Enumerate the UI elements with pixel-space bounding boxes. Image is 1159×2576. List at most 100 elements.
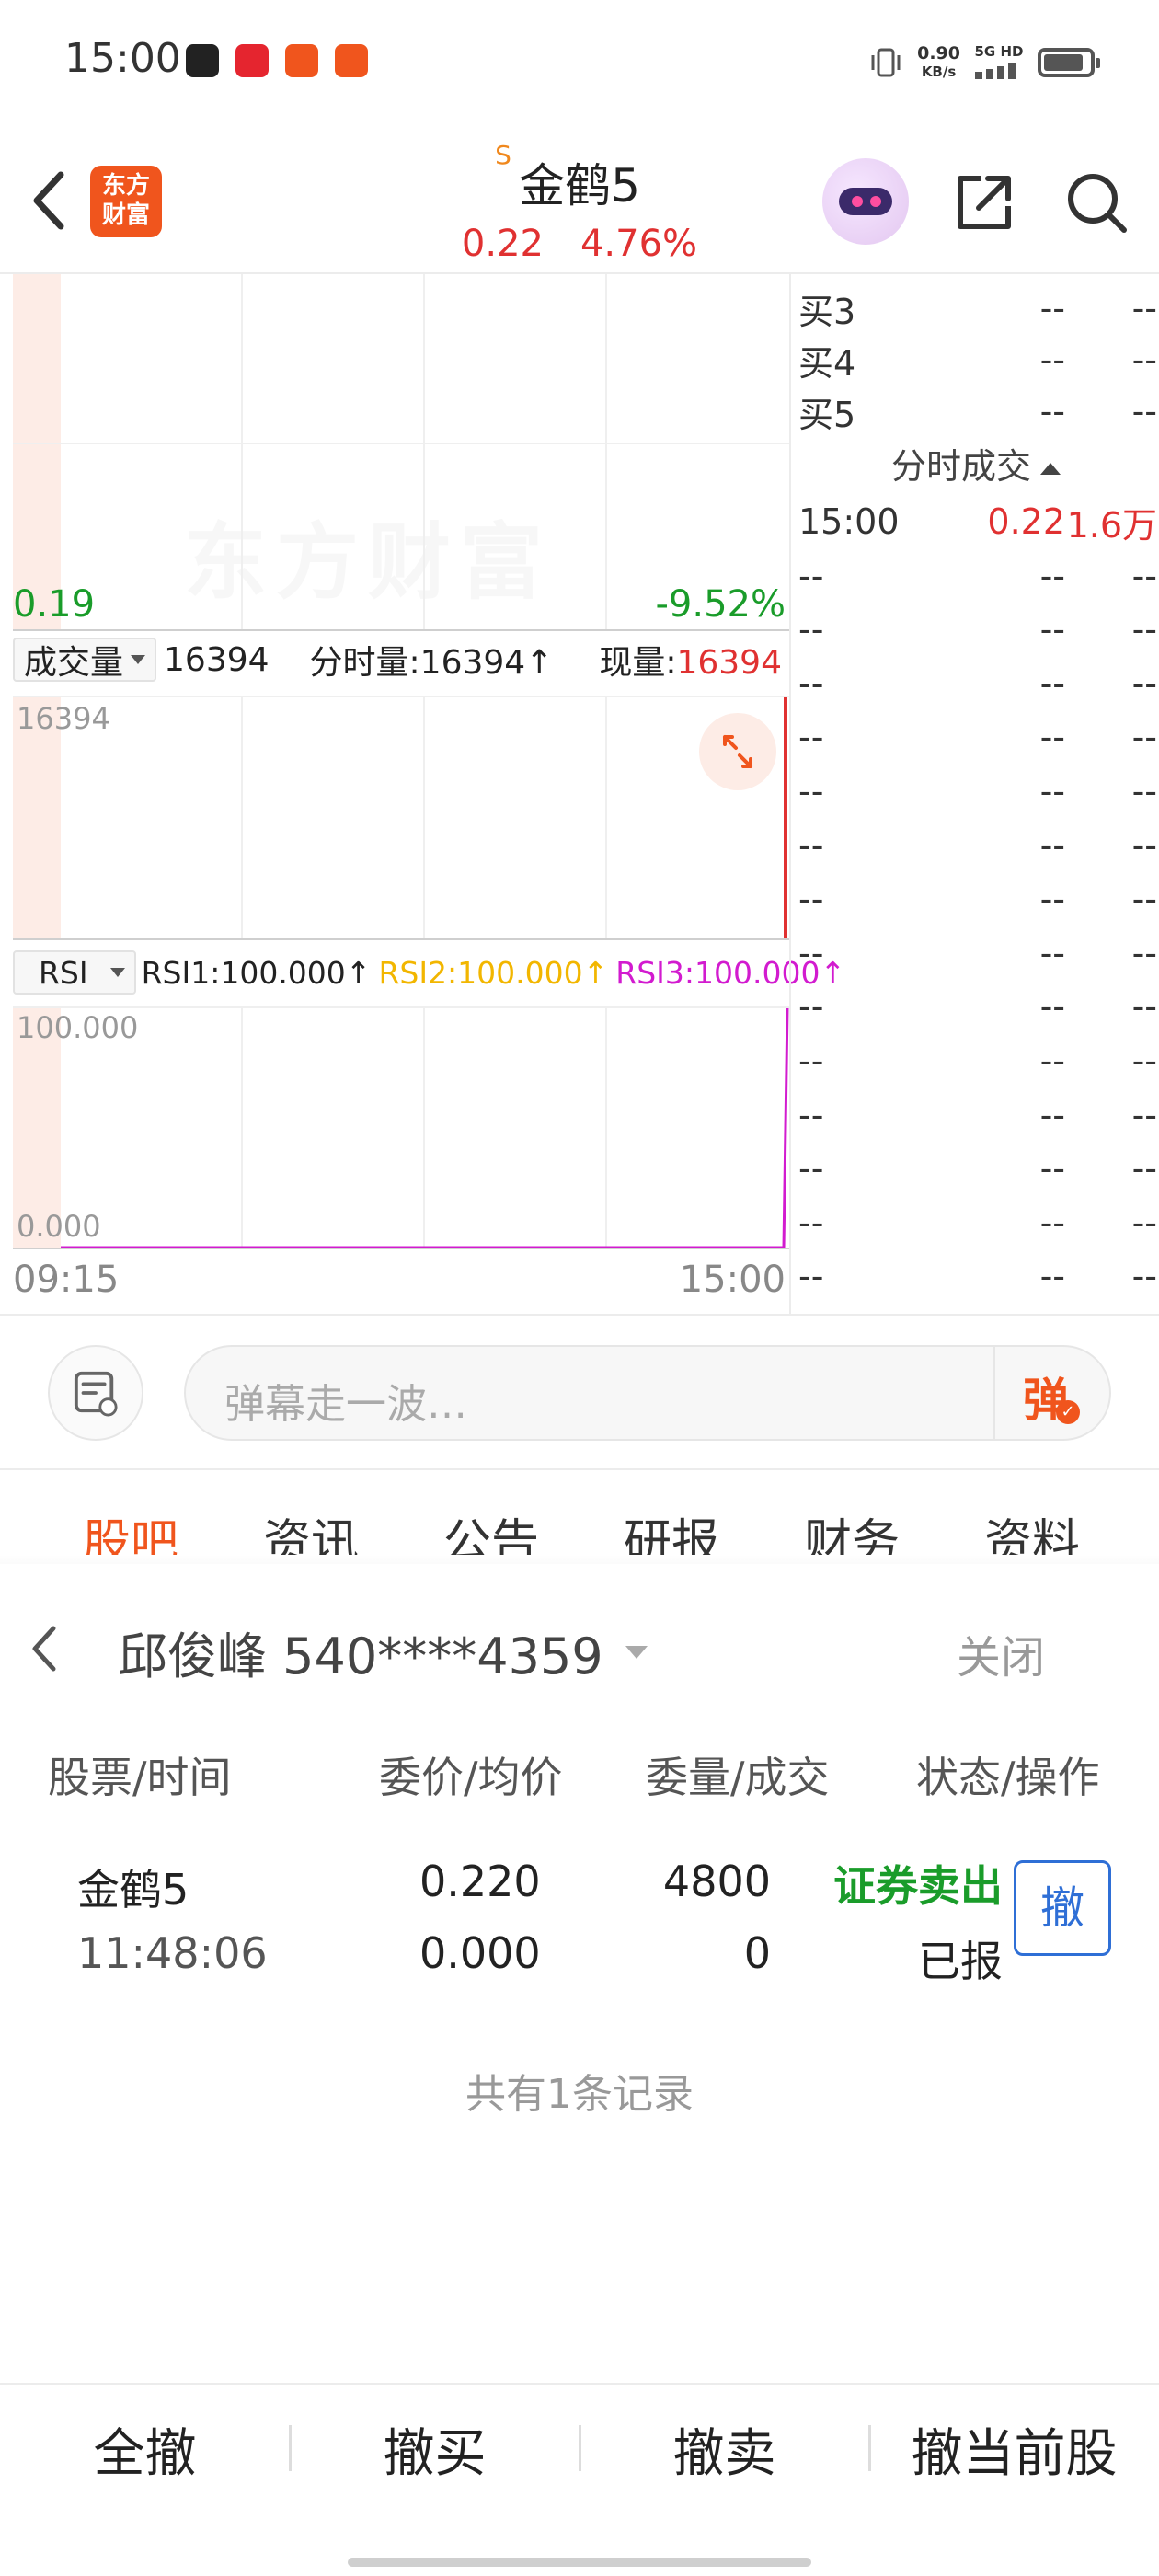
- app-logo[interactable]: 东方 财富: [90, 166, 162, 237]
- tick-row: -- -- --: [798, 926, 1159, 980]
- minute-volume: 分时量:16394↑: [309, 644, 554, 682]
- dropdown-icon: [131, 655, 146, 664]
- tick-row: -- -- --: [798, 980, 1159, 1033]
- tick-price: --: [1039, 986, 1065, 1028]
- tick-price: 0.22: [987, 501, 1065, 542]
- back-arrow-icon[interactable]: [22, 164, 77, 237]
- stock-title[interactable]: S 金鹤5 0.22 4.76%: [368, 138, 791, 265]
- grid-line: [423, 274, 425, 629]
- home-indicator[interactable]: [348, 2558, 811, 2567]
- volume-selector[interactable]: 成交量: [13, 638, 157, 682]
- tick-time: --: [798, 1256, 824, 1297]
- account-selector[interactable]: 邱俊峰 540****4359: [118, 1616, 648, 1688]
- grid-line: [13, 696, 789, 697]
- tick-volume: --: [1131, 717, 1157, 758]
- tick-volume: --: [1131, 1094, 1157, 1135]
- tick-row: -- -- --: [798, 765, 1159, 818]
- tick-time: --: [798, 771, 824, 811]
- tick-price: --: [1039, 1148, 1065, 1190]
- ticks-header[interactable]: 分时成交: [791, 438, 1159, 489]
- sheet-back-icon[interactable]: [24, 1619, 64, 1678]
- danmu-toggle-button[interactable]: 弹 ✓: [993, 1347, 1109, 1439]
- tick-price: --: [1039, 1256, 1065, 1297]
- change-percent: 4.76%: [580, 223, 698, 265]
- tick-volume: --: [1131, 771, 1157, 811]
- bid-row: 买3 -- --: [798, 288, 1157, 332]
- tick-row: -- -- --: [798, 1196, 1159, 1249]
- expand-icon[interactable]: [699, 713, 776, 790]
- tick-volume: --: [1131, 1148, 1157, 1190]
- signal-icon: [975, 63, 1016, 79]
- tick-time: --: [798, 824, 824, 866]
- tick-volume: --: [1131, 662, 1157, 704]
- tick-price: --: [1039, 824, 1065, 866]
- close-button[interactable]: 关闭: [957, 1621, 1045, 1685]
- volume-bar: [784, 697, 787, 938]
- cancel-order-button[interactable]: 撤: [1014, 1860, 1111, 1956]
- battery-icon: [1038, 48, 1100, 77]
- tick-price: --: [1039, 1202, 1065, 1243]
- tick-price: --: [1039, 555, 1065, 596]
- tick-row: -- -- --: [798, 819, 1159, 872]
- grid-line: [423, 697, 425, 938]
- cancel-all-button[interactable]: 全撤: [0, 2412, 290, 2487]
- tick-price: --: [1039, 1041, 1065, 1081]
- tick-row: -- -- --: [798, 1088, 1159, 1142]
- search-icon[interactable]: [1060, 166, 1133, 239]
- tick-row: 15:00 0.22 1.6万: [798, 495, 1159, 548]
- tick-time: --: [798, 879, 824, 920]
- low-percent-label: -9.52%: [655, 583, 786, 626]
- cancel-sell-button[interactable]: 撤卖: [580, 2412, 869, 2487]
- divider: [0, 1314, 1159, 1316]
- tick-volume: 1.6万: [1066, 504, 1157, 546]
- grid-line: [241, 697, 243, 938]
- notification-app-icon: [285, 44, 318, 77]
- cancel-buy-button[interactable]: 撤买: [290, 2412, 580, 2487]
- watermark: 东方财富: [184, 514, 552, 611]
- current-volume: 现量:16394: [599, 644, 782, 682]
- order-status: 已报: [918, 1937, 1003, 1986]
- tick-volume: --: [1131, 1202, 1157, 1243]
- col-status: 状态/操作: [916, 1753, 1100, 1802]
- status-clock: 15:00: [64, 35, 181, 82]
- tick-volume: --: [1131, 879, 1157, 920]
- grid-line: [605, 697, 607, 938]
- stock-name-wrap: S 金鹤5: [495, 140, 640, 215]
- tick-row: -- -- --: [798, 710, 1159, 764]
- intraday-chart[interactable]: 东方财富 0.19 -9.52% 成交量 16394 分时量:16394↑ 现量…: [0, 274, 845, 1314]
- stock-name: 金鹤5: [519, 159, 640, 213]
- tick-price: --: [1039, 662, 1065, 704]
- notification-app-icon: [335, 44, 368, 77]
- danmu-input[interactable]: 弹幕走一波… 弹 ✓: [184, 1345, 1111, 1441]
- notification-app-icon: [235, 44, 269, 77]
- tick-volume: --: [1131, 932, 1157, 973]
- current-price: 0.22: [461, 223, 544, 265]
- grid-line: [13, 443, 789, 444]
- tick-volume: --: [1131, 609, 1157, 650]
- chart-axis: [13, 629, 789, 631]
- tick-time: --: [798, 555, 824, 596]
- comment-settings-icon[interactable]: [48, 1345, 143, 1441]
- order-direction: 证券卖出: [833, 1861, 1003, 1911]
- rsi-line: [61, 1007, 789, 1249]
- tick-volume: --: [1131, 555, 1157, 596]
- tick-time: --: [798, 662, 824, 704]
- assistant-robot-icon[interactable]: [822, 158, 909, 245]
- chart-axis: [13, 938, 789, 940]
- tick-time: --: [798, 1148, 824, 1190]
- tick-row: -- -- --: [798, 1142, 1159, 1195]
- share-icon[interactable]: [947, 166, 1021, 239]
- order-stock: 金鹤5: [77, 1865, 189, 1915]
- danmu-placeholder: 弹幕走一波…: [224, 1381, 467, 1428]
- status-bar: 15:00 0.90 KB/s 5G HD: [0, 0, 1159, 129]
- notification-app-icon: [186, 44, 219, 77]
- sort-up-icon: [1040, 463, 1061, 475]
- cancel-current-stock-button[interactable]: 撤当前股: [869, 2412, 1159, 2487]
- rsi-selector[interactable]: RSI: [13, 950, 136, 995]
- chart-highlight: [13, 274, 61, 629]
- tick-time: --: [798, 932, 824, 973]
- col-price: 委价/均价: [379, 1753, 563, 1802]
- tick-volume: --: [1131, 1041, 1157, 1081]
- tick-time: --: [798, 609, 824, 650]
- tick-price: --: [1039, 1094, 1065, 1135]
